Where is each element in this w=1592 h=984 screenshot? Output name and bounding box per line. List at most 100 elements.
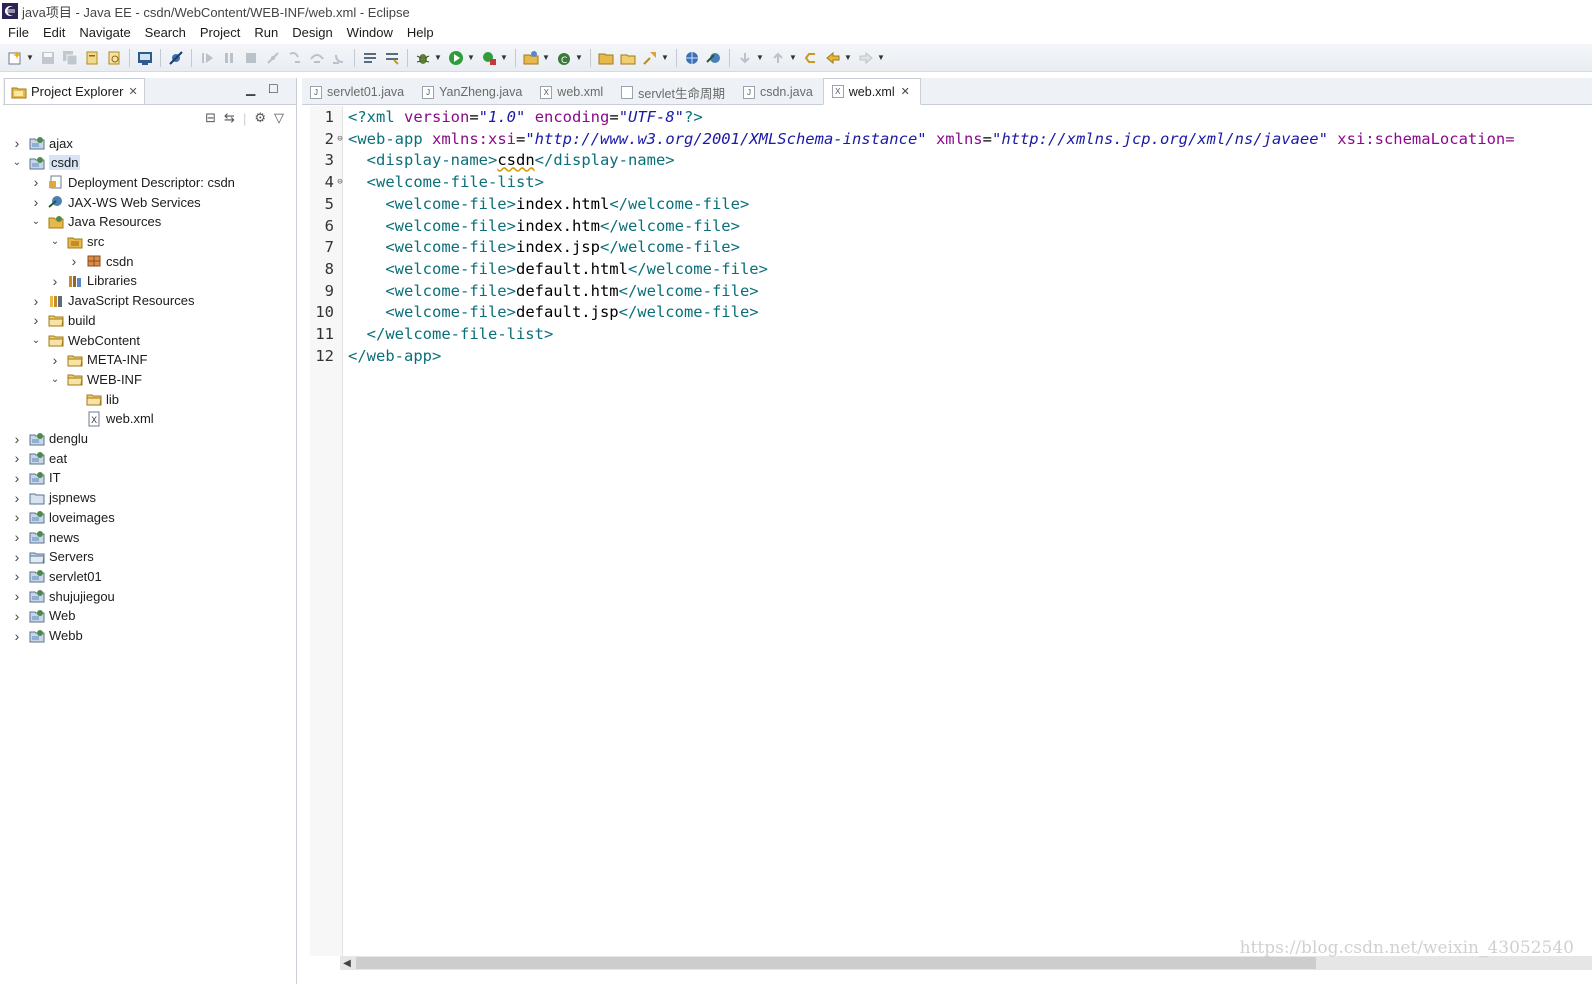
prev-annotation-icon[interactable] [769,49,787,67]
back-dropdown-icon[interactable]: ▼ [844,53,852,62]
collapse-arrow-icon[interactable]: ⌄ [49,374,61,385]
run-dropdown-icon[interactable]: ▼ [467,53,475,62]
expand-arrow-icon[interactable]: › [49,352,61,368]
expand-arrow-icon[interactable]: › [11,568,23,584]
expand-arrow-icon[interactable]: › [11,470,23,486]
forward-icon[interactable] [857,49,875,67]
tree-item[interactable]: ⌄ csdn [11,153,81,173]
tree-item[interactable]: › servlet01 [11,566,102,586]
close-tab-icon[interactable]: ✕ [901,85,910,98]
tree-item[interactable]: › news [11,527,80,547]
open-type-icon[interactable] [83,49,101,67]
collapse-all-icon[interactable]: ⊟ [205,110,216,126]
terminate-icon[interactable] [242,49,260,67]
disconnect-icon[interactable] [264,49,282,67]
last-edit-icon[interactable] [802,49,820,67]
new-java-project-icon[interactable] [522,49,540,67]
new-class-dropdown-icon[interactable]: ▼ [575,53,583,62]
expand-arrow-icon[interactable]: › [68,253,80,269]
tree-item[interactable]: ⌄ Java Resources [30,212,161,232]
expand-arrow-icon[interactable]: › [49,273,61,289]
new-class-icon[interactable]: C [555,49,573,67]
tree-item[interactable]: ⌄ src [49,232,105,252]
debug-icon[interactable] [414,49,432,67]
tree-item[interactable]: › eat [11,448,67,468]
tree-item[interactable]: › JavaScript Resources [30,291,195,311]
collapse-arrow-icon[interactable]: ⌄ [30,335,42,346]
menu-window[interactable]: Window [340,25,400,40]
xml-source-editor[interactable]: 1 <?xml version="1.0" encoding="UTF-8"?> 2… [310,106,1592,956]
expand-arrow-icon[interactable]: › [11,529,23,545]
tree-item[interactable]: › META-INF [49,350,148,370]
tree-item[interactable]: › build [30,310,96,330]
tree-item[interactable]: › IT [11,468,61,488]
menu-project[interactable]: Project [193,25,247,40]
editor-tab[interactable]: J YanZheng.java [414,80,532,104]
resume-icon[interactable] [198,49,216,67]
minimize-icon[interactable]: ▁ [246,82,255,96]
debug-dropdown-icon[interactable]: ▼ [434,53,442,62]
menu-run[interactable]: Run [247,25,285,40]
expand-arrow-icon[interactable]: › [30,194,42,210]
view-menu-icon[interactable]: ▽ [274,110,284,126]
step-over-icon[interactable] [308,49,326,67]
tree-item[interactable]: › loveimages [11,507,115,527]
next-annotation-dropdown-icon[interactable]: ▼ [756,53,764,62]
suspend-icon[interactable] [220,49,238,67]
expand-arrow-icon[interactable]: › [11,450,23,466]
tree-item[interactable]: › denglu [11,429,88,449]
menu-navigate[interactable]: Navigate [72,25,137,40]
editor-tab[interactable]: servlet生命周期 [613,80,735,104]
expand-arrow-icon[interactable]: › [11,628,23,644]
tree-item[interactable]: › ajax [11,133,73,153]
tree-item[interactable]: ⌄ WebContent [30,330,140,350]
run-external-icon[interactable] [480,49,498,67]
expand-arrow-icon[interactable]: › [11,509,23,525]
tree-item[interactable]: › csdn [68,251,134,271]
tree-item[interactable]: › JAX-WS Web Services [30,192,201,212]
search-tool-icon[interactable] [641,49,659,67]
open-folder-icon[interactable] [597,49,615,67]
expand-arrow-icon[interactable]: › [11,549,23,565]
editor-tab[interactable]: Xweb.xml [532,80,613,104]
editor-tab[interactable]: Xweb.xml ✕ [822,78,921,105]
run-external-dropdown-icon[interactable]: ▼ [500,53,508,62]
fold-toggle-icon[interactable]: ⊖ [334,134,346,144]
expand-arrow-icon[interactable]: › [11,135,23,151]
menu-search[interactable]: Search [138,25,193,40]
fold-toggle-icon[interactable]: ⊖ [334,177,346,187]
close-icon[interactable]: ✕ [128,85,137,98]
menu-edit[interactable]: Edit [36,25,72,40]
tree-item[interactable]: › Servers [11,547,94,567]
search-tool-dropdown-icon[interactable]: ▼ [661,53,669,62]
menu-file[interactable]: File [0,25,36,40]
filters-icon[interactable]: ⚙ [254,110,266,126]
maximize-icon[interactable]: ☐ [268,82,279,96]
tab-project-explorer[interactable]: Project Explorer ✕ [4,78,145,104]
skip-breakpoints-icon[interactable] [167,49,185,67]
expand-arrow-icon[interactable]: › [30,312,42,328]
tree-item[interactable]: lib [68,389,119,409]
horizontal-scrollbar[interactable]: ◀ [340,956,1592,970]
expand-arrow-icon[interactable]: › [11,490,23,506]
expand-arrow-icon[interactable]: › [11,431,23,447]
tree-item[interactable]: › Libraries [49,271,137,291]
tree-item[interactable]: › jspnews [11,488,96,508]
link-with-editor-icon[interactable]: ⇆ [224,110,235,126]
terminal-icon[interactable] [136,49,154,67]
save-all-icon[interactable] [61,49,79,67]
expand-arrow-icon[interactable]: › [11,608,23,624]
forward-dropdown-icon[interactable]: ▼ [877,53,885,62]
collapse-arrow-icon[interactable]: ⌄ [49,236,61,247]
menu-design[interactable]: Design [285,25,339,40]
toggle-filters-icon[interactable] [383,49,401,67]
next-annotation-icon[interactable] [736,49,754,67]
prev-annotation-dropdown-icon[interactable]: ▼ [789,53,797,62]
menu-help[interactable]: Help [400,25,441,40]
tree-item[interactable]: › Web [11,606,76,626]
step-return-icon[interactable] [330,49,348,67]
collapse-arrow-icon[interactable]: ⌄ [30,216,42,227]
new-icon[interactable] [6,49,24,67]
back-icon[interactable] [824,49,842,67]
tree-item[interactable]: › shujujiegou [11,586,115,606]
